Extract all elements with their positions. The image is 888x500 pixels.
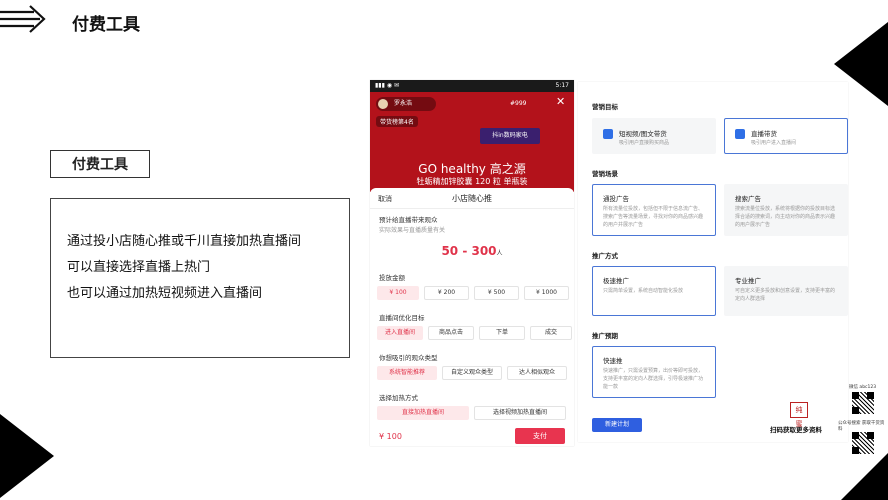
rank-badge[interactable]: 带货榜第4名 (376, 116, 418, 127)
scene-card-desc: 所有流量位投放，包括但不限于信息流广告、搜索广告等流量场景，寻找对你的商品感兴趣… (603, 206, 704, 228)
estimate-range: 50 - 300人 (370, 244, 574, 258)
method-card-pro[interactable]: 专业推广 可自定义更多投放和创意设置，支持更丰富的定向人群选择 (724, 266, 848, 316)
goal-card-name: 短视频/图文带货 (619, 130, 667, 138)
goal-card-desc: 吸引用户进入直播间 (751, 140, 797, 146)
phone-status-bar: ▮▮▮ ◉ ✉ 5:17 (370, 80, 574, 92)
method-option[interactable]: 选择视频加热直播间 (474, 406, 566, 420)
audience-option[interactable]: 达人相似观众 (507, 366, 567, 380)
goal-card-video[interactable]: 短视频/图文带货 吸引用户直接购买商品 (592, 118, 716, 154)
tv-icon (735, 129, 745, 139)
method-card-name: 专业推广 (735, 277, 761, 285)
method-label: 推广方式 (592, 252, 618, 260)
close-icon[interactable]: ✕ (556, 95, 565, 108)
scene-card-search[interactable]: 搜索广告 搜索流量位投放，系统将根据你的投放目标选择合适的搜索词，向主动对你的商… (724, 184, 848, 236)
budget-card-quick[interactable]: 快速推 快速推广，只需设置预算，出价等即可投放，支持更丰富的定向人群选择，引导极… (592, 346, 716, 398)
audience-option[interactable]: 系统智能推荐 (377, 366, 437, 380)
promote-sheet: 取消 小店随心推 预计给直播带来观众 实际效果与直播质量有关 50 - 300人… (370, 188, 574, 446)
goal-card-name: 直播带货 (751, 130, 777, 138)
goal-option[interactable]: 商品点击 (428, 326, 474, 340)
signal-icon: ▮▮▮ ◉ ✉ (375, 82, 399, 89)
method-option[interactable]: 直接加热直播间 (377, 406, 469, 420)
goal-option[interactable]: 进入直播间 (377, 326, 423, 340)
scene-label: 营销场景 (592, 170, 618, 178)
method-label: 选择加热方式 (379, 394, 418, 402)
method-options: 直接加热直播间 选择视频加热直播间 (377, 406, 566, 420)
scan-caption: 扫码获取更多资料 (770, 426, 822, 434)
range-value: 50 - 300 (441, 244, 497, 258)
anchor-info[interactable]: 罗永浩 (376, 97, 436, 111)
method-card-fast[interactable]: 极速推广 只需简单设置，系统自动智能化投放 (592, 266, 716, 316)
description-line-1: 通过投小店随心推或千川直接加热直播间 (67, 234, 302, 249)
amount-option[interactable]: ¥ 500 (474, 286, 519, 300)
range-unit: 人 (496, 250, 503, 257)
audience-option[interactable]: 自定义观众类型 (442, 366, 502, 380)
sheet-header: 取消 小店随心推 (370, 188, 574, 209)
product-subtitle: 牡蛎精加锌胶囊 120 粒 单瓶装 (416, 177, 528, 186)
description-line-2: 可以直接选择直播上热门 (67, 260, 211, 275)
qr-caption-bottom: 公众号搜索 获取干货资料 (838, 421, 885, 432)
total-price: ¥ 100 (379, 432, 402, 441)
goal-option[interactable]: 下单 (479, 326, 525, 340)
method-card-desc: 只需简单设置，系统自动智能化投放 (603, 288, 684, 294)
budget-card-desc: 快速推广，只需设置预算，出价等即可投放，支持更丰富的定向人群选择，引导极速推广功… (603, 368, 704, 390)
goal-card-live[interactable]: 直播带货 吸引用户进入直播间 (724, 118, 848, 154)
goal-card-desc: 吸引用户直接购买商品 (619, 140, 670, 146)
sheet-title: 小店随心推 (452, 194, 492, 203)
promo-card[interactable]: 抖in数码家电 (480, 128, 540, 144)
campaign-panel: 营销目标 短视频/图文带货 吸引用户直接购买商品 直播带货 吸引用户进入直播间 … (578, 82, 848, 442)
method-card-name: 极速推广 (603, 277, 629, 285)
amount-option[interactable]: ¥ 100 (377, 286, 419, 300)
live-stream-view: 罗永浩 #999 ✕ 带货榜第4名 抖in数码家电 GO healthy 高之源… (370, 92, 574, 192)
audience-label: 你想吸引的观众类型 (379, 354, 438, 362)
section-label: 付费工具 (50, 150, 150, 178)
budget-card-name: 快速推 (603, 357, 623, 365)
scene-card-name: 通投广告 (603, 195, 629, 203)
video-icon (603, 129, 613, 139)
goal-label: 直播间优化目标 (379, 314, 425, 322)
create-plan-button[interactable]: 新建计划 (592, 418, 642, 432)
amount-option[interactable]: ¥ 200 (424, 286, 469, 300)
amount-options: ¥ 100 ¥ 200 ¥ 500 ¥ 1000 (377, 286, 569, 300)
product-title: GO healthy 高之源 (418, 162, 526, 176)
qr-code-icon (852, 392, 874, 414)
description-line-3: 也可以通过加热短视频进入直播间 (67, 286, 263, 301)
amount-label: 投放金额 (379, 274, 405, 282)
avatar (378, 99, 388, 109)
marketing-goal-label: 营销目标 (592, 103, 618, 111)
scene-card-desc: 搜索流量位投放，系统将根据你的投放目标选择合适的搜索词，向主动对你的商品表示兴趣… (735, 206, 836, 228)
phone-screenshot: ▮▮▮ ◉ ✉ 5:17 罗永浩 #999 ✕ 带货榜第4名 抖in数码家电 G… (370, 80, 574, 446)
corner-triangle-bottom-right (841, 453, 888, 500)
anchor-name: 罗永浩 (394, 100, 413, 107)
estimate-hint: 实际效果与直播质量有关 (379, 227, 446, 234)
qr-code-icon (852, 432, 874, 454)
estimate-label: 预计给直播带来观众 (379, 216, 438, 224)
corner-triangle-bottom-left (0, 414, 54, 498)
goal-options: 进入直播间 商品点击 下单 成交 (377, 326, 572, 340)
goal-option[interactable]: 成交 (530, 326, 572, 340)
qr-caption-top: 微信 abc123 (849, 385, 877, 390)
budget-label: 推广预期 (592, 332, 618, 340)
scene-card-general[interactable]: 通投广告 所有流量位投放，包括但不限于信息流广告、搜索广告等流量场景，寻找对你的… (592, 184, 716, 236)
amount-option[interactable]: ¥ 1000 (524, 286, 569, 300)
brand-seal: 纯 蜜 (790, 402, 808, 428)
viewer-count: #999 (510, 100, 527, 107)
pay-button[interactable]: 支付 (515, 428, 565, 444)
method-card-desc: 可自定义更多投放和创意设置，支持更丰富的定向人群选择 (735, 288, 836, 302)
audience-options: 系统智能推荐 自定义观众类型 达人相似观众 (377, 366, 567, 380)
description-box: 通过投小店随心推或千川直接加热直播间 可以直接选择直播上热门 也可以通过加热短视… (50, 198, 350, 358)
arrow-logo-icon (0, 5, 46, 33)
status-time: 5:17 (555, 82, 569, 89)
sheet-footer: ¥ 100 支付 (370, 428, 574, 446)
slide-title: 付费工具 (72, 15, 140, 35)
scene-card-name: 搜索广告 (735, 195, 761, 203)
